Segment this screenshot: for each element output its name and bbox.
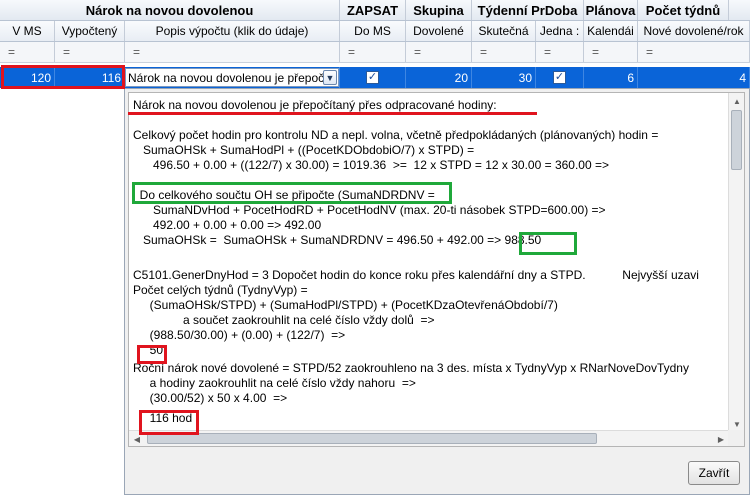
column-header-jedna[interactable]: Jedna : [536,21,584,41]
cell-jedna[interactable]: ✓ [536,67,584,88]
cell-do-ms[interactable]: ✓ [340,67,406,88]
scroll-right-icon[interactable]: ▶ [713,431,729,446]
highlight-underline [128,112,537,115]
calculation-line: (SumaOHSk/STPD) + (SumaHodPl/STPD) + (Po… [133,298,558,312]
cell-kalendar[interactable]: 6 [584,67,638,88]
horizontal-scrollbar[interactable]: ◀ ▶ [129,430,729,446]
highlight-values-box [1,65,125,89]
scrollbar-corner [728,430,744,446]
filter-v-ms[interactable]: = [0,42,55,62]
group-header-zapsat[interactable]: ZAPSAT [340,0,406,20]
jedna-checkbox[interactable]: ✓ [553,71,566,84]
filter-popis[interactable]: = [125,42,340,62]
chevron-down-icon[interactable]: ▼ [323,70,337,85]
group-header-narok[interactable]: Nárok na novou dovolenou [0,0,340,20]
column-header-kalendar[interactable]: Kalendái [584,21,638,41]
calculation-line: SumaNDvHod + PocetHodRD + PocetHodNV (ma… [133,203,606,217]
filter-do-ms[interactable]: = [340,42,406,62]
group-header-pocet[interactable]: Počet týdnů [638,0,729,20]
popis-combo[interactable]: Nárok na novou dovolenou je přepočí ▼ [125,68,339,87]
horizontal-scroll-thumb[interactable] [147,433,597,444]
vertical-scroll-thumb[interactable] [731,110,742,170]
calculation-line: 496.50 + 0.00 + ((122/7) x 30.00) = 1019… [133,158,609,172]
group-header-planova[interactable]: Plánova [584,0,638,20]
scroll-up-icon[interactable]: ▲ [729,93,744,109]
highlight-weeks-box [137,345,167,364]
highlight-formula-box [132,182,452,204]
calculation-line: Celkový počet hodin pro kontrolu ND a ne… [133,128,659,142]
group-header-tydenni[interactable]: Týdenní PrDoba [472,0,584,20]
cell-nove[interactable]: 4 [638,67,750,88]
filter-dovolene[interactable]: = [406,42,472,62]
group-header-skupina[interactable]: Skupina [406,0,472,20]
filter-vypocteny[interactable]: = [55,42,125,62]
calculation-line: (30.00/52) x 50 x 4.00 => [133,391,288,405]
filter-nove[interactable]: = [638,42,750,62]
grid-group-header: Nárok na novou dovolenou ZAPSAT Skupina … [0,0,750,21]
grid-filter-row: = = = = = = = = = [0,42,750,63]
column-header-v-ms[interactable]: V MS [0,21,55,41]
calculation-line: SumaOHSk = SumaOHSk + SumaNDRDNV = 496.5… [133,233,542,247]
calculation-line: (988.50/30.00) + (0.00) + (122/7) => [133,328,346,342]
filter-kalendar[interactable]: = [584,42,638,62]
column-header-vypocteny[interactable]: Vypočtený [55,21,125,41]
calculation-text-area[interactable]: Nárok na novou dovolenou je přepočítaný … [128,92,745,447]
calculation-line: a hodiny zaokrouhlit na celé číslo vždy … [133,376,416,390]
calculation-line: Nárok na novou dovolenou je přepočítaný … [133,98,497,112]
do-ms-checkbox[interactable]: ✓ [366,71,379,84]
cell-skutecna[interactable]: 30 [472,67,536,88]
calculation-line: 492.00 + 0.00 + 0.00 => 492.00 [133,218,322,232]
calculation-line: Roční nárok nové dovolené = STPD/52 zaok… [133,361,689,375]
column-header-dovolene[interactable]: Dovolené [406,21,472,41]
calculation-popup: Nárok na novou dovolenou je přepočítaný … [124,88,750,495]
column-header-nove[interactable]: Nové dovolené/rok [638,21,750,41]
highlight-result-box [519,232,577,255]
cell-dovolene[interactable]: 20 [406,67,472,88]
filter-skutecna[interactable]: = [472,42,536,62]
close-button[interactable]: Zavřít [688,461,740,485]
calculation-line: C5101.GenerDnyHod = 3 Dopočet hodin do k… [133,268,699,282]
calculation-line: a součet zaokrouhlit na celé číslo vždy … [133,313,435,327]
vertical-scrollbar[interactable]: ▲ ▼ [728,93,744,432]
column-header-do-ms[interactable]: Do MS [340,21,406,41]
column-header-skutecna[interactable]: Skutečná [472,21,536,41]
highlight-hours-box [139,410,199,435]
calculation-line: Počet celých týdnů (TydnyVyp) = [133,283,308,297]
calculation-line: SumaOHSk + SumaHodPl + ((PocetKDObdobiO/… [133,143,475,157]
column-header-popis[interactable]: Popis výpočtu (klik do údaje) [125,21,340,41]
popis-combo-text: Nárok na novou dovolenou je přepočí [128,70,328,85]
filter-jedna[interactable]: = [536,42,584,62]
grid-column-header: V MS Vypočtený Popis výpočtu (klik do úd… [0,21,750,42]
